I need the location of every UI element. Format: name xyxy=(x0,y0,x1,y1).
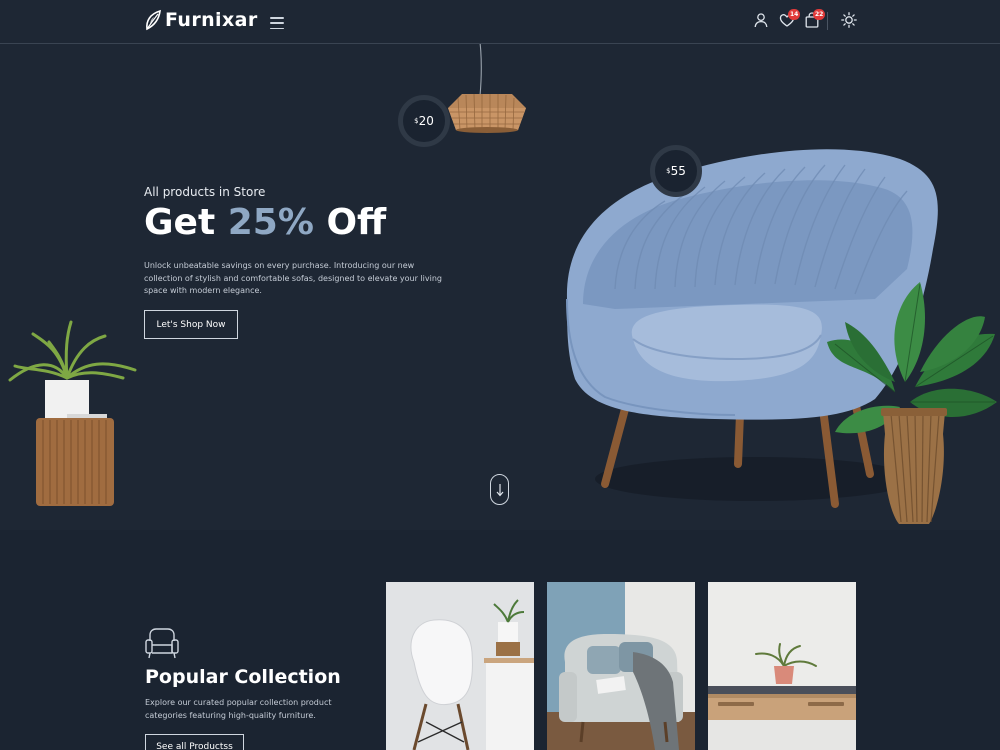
arrow-down-icon xyxy=(496,483,503,496)
armchair-icon xyxy=(145,628,179,659)
menu-icon[interactable] xyxy=(270,17,284,29)
brand-logo[interactable]: Furnixar xyxy=(144,9,258,31)
collection-description: Explore our curated popular collection p… xyxy=(145,698,332,720)
wishlist-button[interactable]: 14 xyxy=(779,9,801,30)
hero-title-highlight: 25% xyxy=(227,202,314,243)
hero-title-suffix: Off xyxy=(326,202,387,243)
console-table-image xyxy=(708,582,856,750)
popular-collection-section: Popular Collection Explore our curated p… xyxy=(0,530,1000,750)
hero-section: $20 All products in Store Get 25% Off Un… xyxy=(0,44,1000,530)
leaf-logo-icon xyxy=(146,9,161,31)
hero-subtitle: All products in Store xyxy=(144,185,266,199)
lamp-price-tag: $20 xyxy=(398,95,450,147)
cart-button[interactable]: 22 xyxy=(804,9,826,30)
hero-title-prefix: Get xyxy=(144,202,216,243)
collection-card-armchair[interactable] xyxy=(547,582,695,750)
see-all-products-button[interactable]: See all Productss xyxy=(145,734,244,750)
site-header: Furnixar 14 22 xyxy=(0,0,1000,44)
logo-text: Furnixar xyxy=(165,9,258,31)
wishlist-count-badge: 14 xyxy=(788,9,801,20)
scroll-down-button[interactable] xyxy=(490,474,509,505)
collection-title: Popular Collection xyxy=(145,666,341,688)
hero-description: Unlock unbeatable savings on every purch… xyxy=(144,261,443,295)
user-icon[interactable] xyxy=(753,12,769,30)
chair-price: 55 xyxy=(670,164,686,178)
hero-title: Get 25% Off xyxy=(144,202,386,243)
armchair-blanket-image xyxy=(547,582,695,750)
collection-card-chair[interactable] xyxy=(386,582,534,750)
cart-count-badge: 22 xyxy=(813,9,826,20)
sun-icon[interactable] xyxy=(841,12,857,30)
shop-now-button[interactable]: Let's Shop Now xyxy=(144,310,238,339)
plant-side-table-image xyxy=(8,320,137,506)
lamp-price: 20 xyxy=(418,114,434,128)
monstera-plant-image xyxy=(827,282,997,524)
white-chair-image xyxy=(386,582,534,750)
header-divider xyxy=(827,12,828,30)
collection-card-console[interactable] xyxy=(708,582,856,750)
chair-price-tag: $55 xyxy=(650,145,702,197)
